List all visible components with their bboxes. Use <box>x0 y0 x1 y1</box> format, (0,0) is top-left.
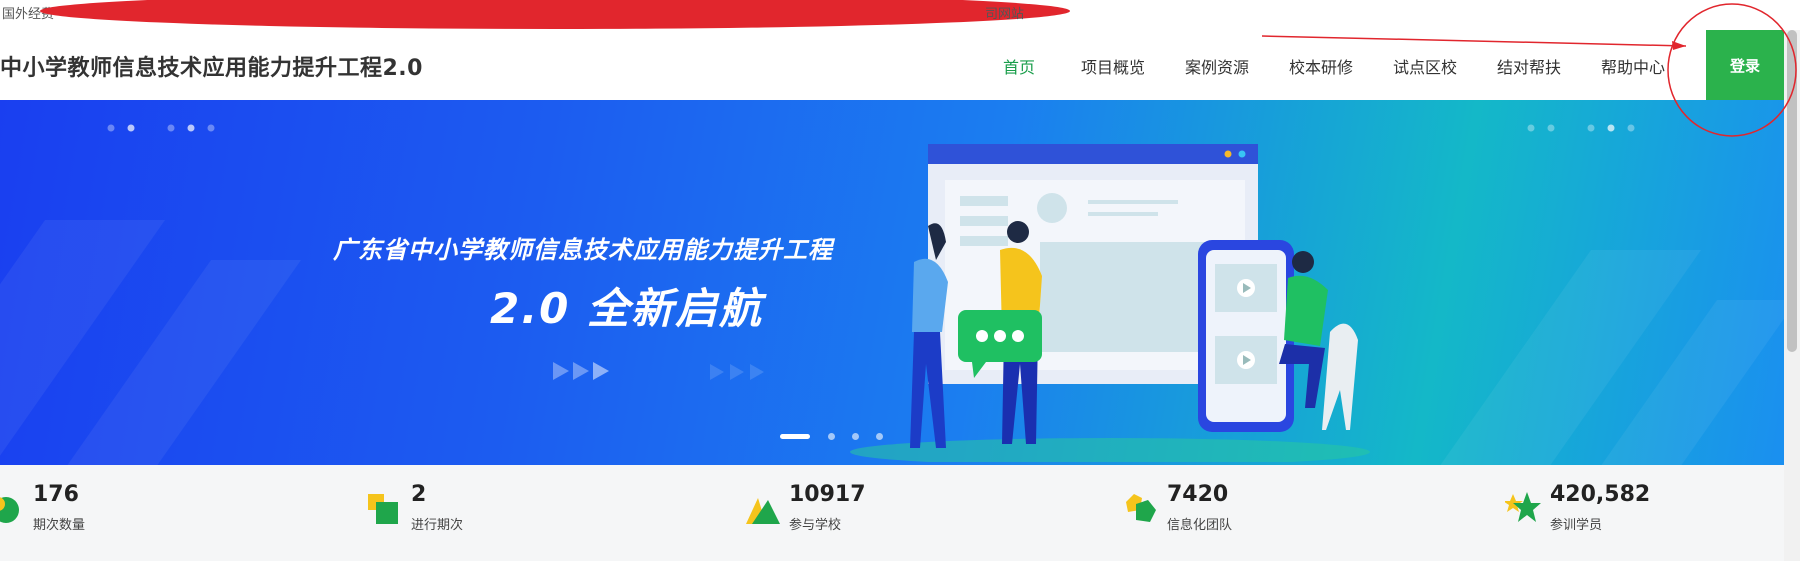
hexagon-icon <box>1126 494 1156 522</box>
nav-item-home[interactable]: 首页 <box>1003 54 1036 113</box>
dot-ornament <box>1527 124 1635 132</box>
page-scrollbar[interactable] <box>1784 30 1800 561</box>
scroll-thumb[interactable] <box>1787 30 1797 352</box>
banner-subline: 2.0 全新启航 <box>490 284 764 333</box>
star-icon <box>1505 492 1541 522</box>
hero-banner[interactable]: 广东省中小学教师信息技术应用能力提升工程 2.0 全新启航 <box>0 100 1784 465</box>
nav-item-school-study[interactable]: 校本研修 <box>1289 54 1353 78</box>
stat-value: 176 <box>33 482 79 507</box>
carousel-dot[interactable] <box>852 433 859 440</box>
nav-item-help[interactable]: 帮助中心 <box>1601 54 1665 78</box>
nav-item-pilot[interactable]: 试点区校 <box>1393 54 1457 78</box>
stat-value: 7420 <box>1167 482 1229 507</box>
arrows-decor <box>553 362 609 380</box>
carousel-dot[interactable] <box>828 433 835 440</box>
carousel-dot[interactable] <box>876 433 883 440</box>
stat-label: 进行期次 <box>411 518 464 533</box>
triangle-icon <box>746 498 780 524</box>
arrows-decor <box>710 364 764 380</box>
nav-label: 首页 <box>1003 58 1036 77</box>
stat-label: 参训学员 <box>1550 518 1603 533</box>
stat-value: 2 <box>411 482 427 507</box>
nav-item-overview[interactable]: 项目概览 <box>1081 54 1145 78</box>
banner-headline: 广东省中小学教师信息技术应用能力提升工程 <box>333 236 833 264</box>
stat-label: 信息化团队 <box>1167 518 1233 533</box>
notice-text-left[interactable]: 国外经费 <box>2 0 54 30</box>
stat-value: 10917 <box>789 482 866 507</box>
site-header: 中小学教师信息技术应用能力提升工程2.0 首页 项目概览 案例资源 校本研修 试… <box>0 30 1800 113</box>
dot-ornament <box>107 124 215 132</box>
login-button[interactable]: 登录 <box>1706 30 1784 100</box>
squares-icon <box>368 494 398 524</box>
stats-bar: 176 期次数量 2 进行期次 10917 参与学校 7420 信息化团队 42… <box>0 465 1784 561</box>
notice-bar: 国外经费 司网站 <box>0 0 1800 31</box>
nav-item-pairing[interactable]: 结对帮扶 <box>1497 54 1561 78</box>
stat-value: 420,582 <box>1550 482 1651 507</box>
carousel-dot[interactable] <box>780 434 810 439</box>
notice-text-right[interactable]: 司网站 <box>985 0 1024 30</box>
teachers-illustration <box>850 144 1370 462</box>
redaction-mark <box>40 0 1070 29</box>
nav-item-cases[interactable]: 案例资源 <box>1185 54 1249 78</box>
circle-icon <box>0 497 19 523</box>
stat-label: 期次数量 <box>33 518 86 533</box>
stat-label: 参与学校 <box>789 518 842 533</box>
site-title[interactable]: 中小学教师信息技术应用能力提升工程2.0 <box>0 50 423 82</box>
